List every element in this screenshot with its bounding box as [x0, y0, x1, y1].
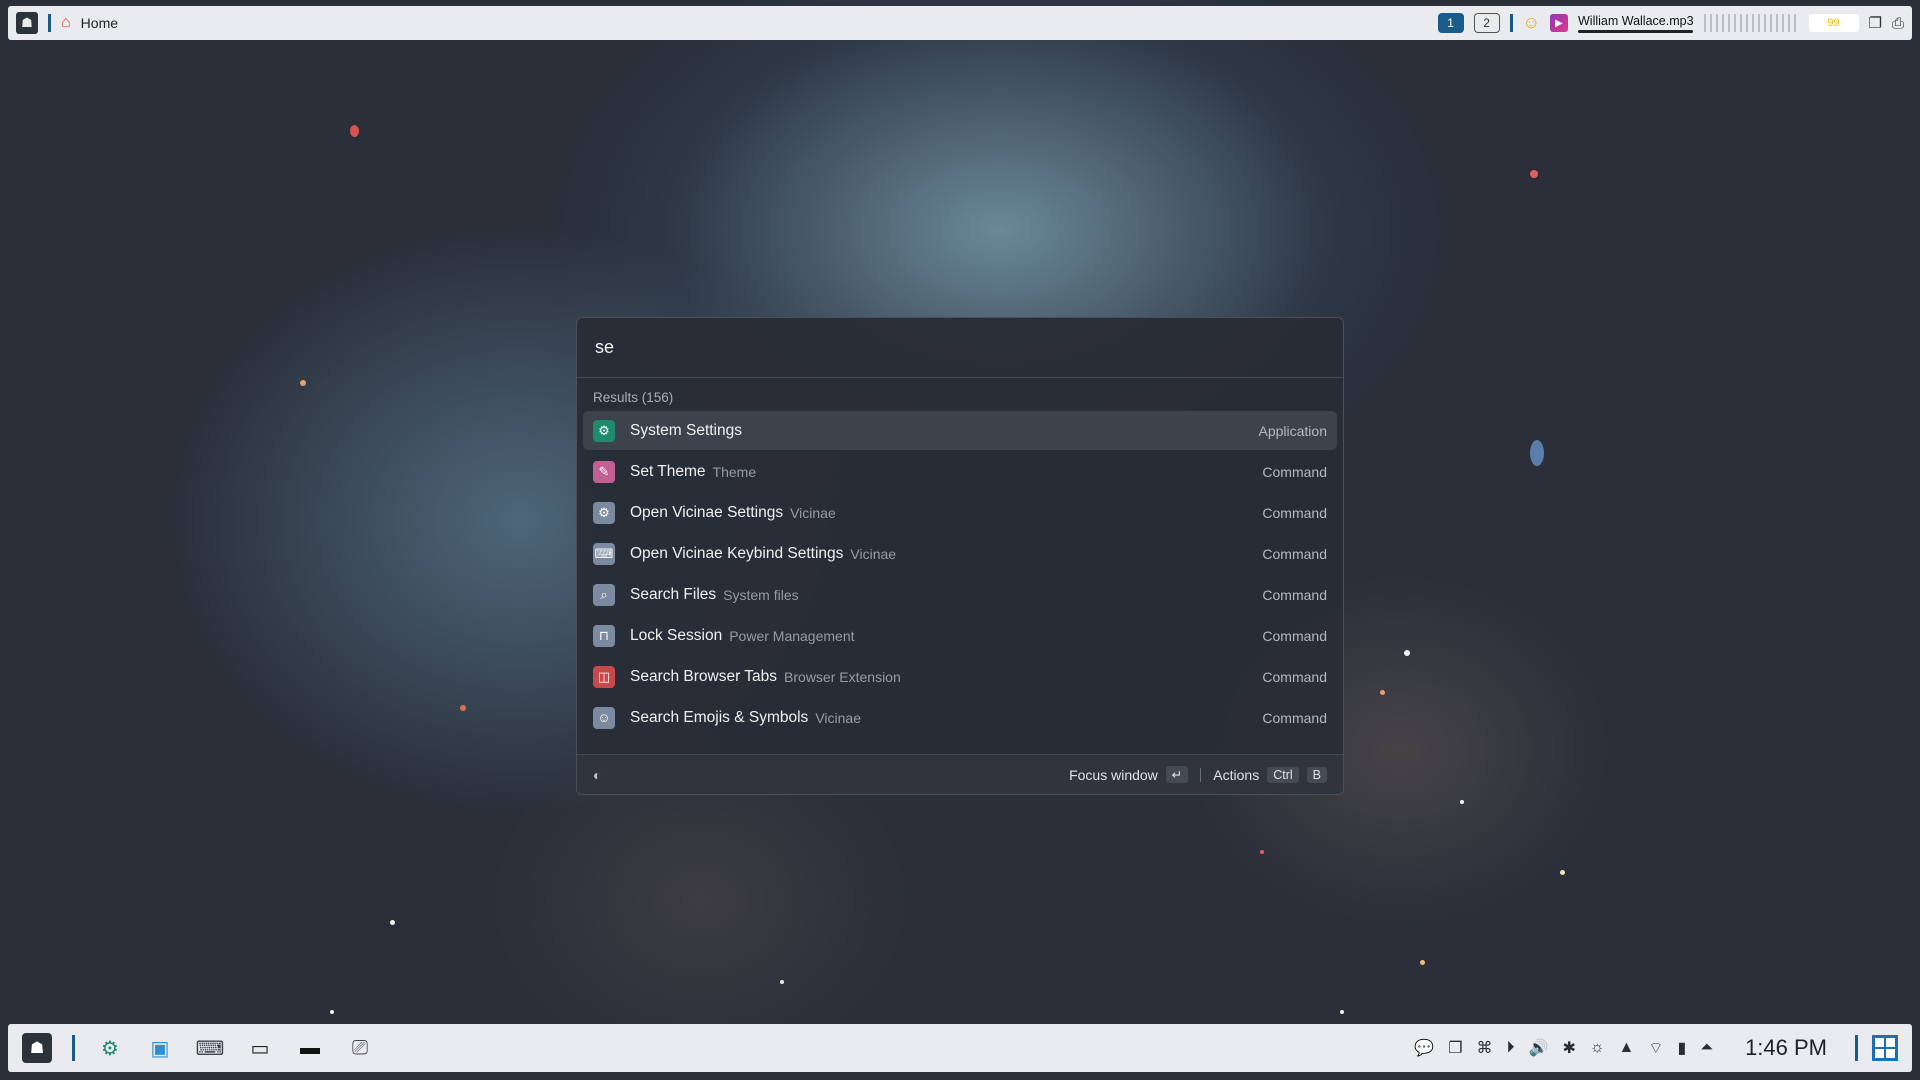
start-menu-icon[interactable]: ☗	[22, 1033, 52, 1063]
result-subtitle: System files	[723, 586, 799, 603]
result-type: Command	[1262, 504, 1327, 521]
media-widget[interactable]: William Wallace.mp3	[1578, 14, 1694, 33]
result-title: Lock Session	[630, 626, 723, 644]
result-type: Application	[1258, 422, 1328, 439]
wifi-icon[interactable]: ⌔	[1648, 1038, 1663, 1058]
result-title: Open Vicinae Settings	[630, 503, 784, 521]
temperature-widget[interactable]: 99	[1808, 14, 1859, 32]
result-type: Command	[1262, 586, 1327, 603]
media-progress-bar[interactable]	[1578, 29, 1693, 33]
taskbar: ☗ ⚙ ▣ ⌨ ▭ ▬ ⎚ 💬 ❐ ⌘ ⏵ 🔊 ✱ ☼ ▲ ⌔ ▮ ⏶ 1:46…	[8, 1024, 1912, 1072]
result-title: Search Emojis & Symbols	[630, 708, 809, 726]
ctrl-key-hint: Ctrl	[1267, 766, 1299, 783]
volume-icon[interactable]: 🔊	[1529, 1038, 1549, 1058]
network-app-icon[interactable]: ⎚	[345, 1033, 375, 1063]
result-item[interactable]: ⊓ Lock Session Power Management Command	[583, 616, 1337, 655]
result-item[interactable]: ⌕ Search Files System files Command	[583, 575, 1337, 614]
result-subtitle: Browser Extension	[784, 668, 901, 685]
home-label[interactable]: Home	[81, 15, 118, 31]
search-input[interactable]	[593, 336, 1327, 359]
file-manager-icon[interactable]: ▣	[145, 1033, 175, 1063]
browser-tabs-icon: ◫	[593, 665, 615, 688]
terminal-icon[interactable]: ▬	[295, 1033, 325, 1063]
result-item[interactable]: ⌨ Open Vicinae Keybind Settings Vicinae …	[583, 534, 1337, 573]
loading-indicator-icon: ◐	[593, 766, 602, 783]
result-title: Search Browser Tabs	[630, 667, 778, 685]
result-type: Command	[1262, 668, 1327, 685]
result-item[interactable]: ⚙ Open Vicinae Settings Vicinae Command	[583, 493, 1337, 532]
result-type: Command	[1262, 545, 1327, 562]
result-title: Set Theme	[630, 462, 706, 480]
search-icon: ⌕	[593, 583, 615, 606]
taskbar-separator	[72, 1035, 75, 1061]
clipboard-tray-icon[interactable]: ❐	[1448, 1038, 1462, 1058]
result-item[interactable]: ☺ Search Emojis & Symbols Vicinae Comman…	[583, 698, 1337, 737]
top-panel: ☗ ⌂ Home 1 2 ☺ ▶ William Wallace.mp3 99 …	[8, 6, 1912, 40]
results-header: Results (156)	[593, 390, 674, 405]
audio-visualizer	[1703, 14, 1799, 32]
settings-app-icon: ⚙	[593, 419, 615, 442]
gear-icon: ⚙	[593, 501, 615, 524]
notifications-icon[interactable]: ▲	[1619, 1039, 1635, 1057]
lock-icon: ⊓	[593, 624, 615, 647]
b-key-hint: B	[1306, 766, 1327, 783]
result-subtitle: Theme	[712, 463, 757, 480]
result-title: System Settings	[630, 421, 742, 439]
results-list: ⚙ System Settings Application ✎ Set Them…	[577, 411, 1343, 771]
enter-key-hint: ↵	[1165, 766, 1189, 783]
footer-separator	[1200, 767, 1202, 782]
keyboard-app-icon[interactable]: ⌨	[195, 1033, 225, 1063]
focus-window-label[interactable]: Focus window	[1069, 767, 1158, 783]
printer-icon[interactable]: ⎙	[1892, 15, 1904, 32]
result-type: Command	[1262, 709, 1327, 726]
result-item[interactable]: ◫ Search Browser Tabs Browser Extension …	[583, 657, 1337, 696]
system-settings-app-icon[interactable]: ⚙	[95, 1033, 125, 1063]
battery-icon[interactable]: ▮	[1677, 1038, 1686, 1058]
brush-icon: ✎	[593, 460, 615, 483]
result-title: Open Vicinae Keybind Settings	[630, 544, 844, 562]
clipboard-icon[interactable]: ❐	[1869, 14, 1882, 32]
result-subtitle: Vicinae	[815, 709, 861, 726]
workspace-1-button[interactable]: 1	[1437, 13, 1464, 33]
result-title: Search Files	[630, 585, 717, 603]
result-subtitle: Power Management	[729, 627, 855, 644]
launcher-footer: ◐ Focus window ↵ Actions Ctrl B	[577, 754, 1343, 794]
actions-label[interactable]: Actions	[1213, 767, 1259, 783]
media-player-icon[interactable]: ▶	[1550, 14, 1568, 32]
workspace-2-button[interactable]: 2	[1473, 13, 1500, 33]
result-type: Command	[1262, 627, 1327, 644]
keyboard-icon: ⌨	[593, 542, 615, 565]
result-subtitle: Vicinae	[850, 545, 897, 562]
tray-expand-icon[interactable]: ⏶	[1700, 1039, 1713, 1057]
result-subtitle: Vicinae	[790, 504, 836, 521]
home-icon[interactable]: ⌂	[61, 14, 71, 32]
result-item[interactable]: ⚙ System Settings Application	[583, 411, 1337, 450]
result-item[interactable]: ✎ Set Theme Theme Command	[583, 452, 1337, 491]
media-title: William Wallace.mp3	[1578, 13, 1694, 28]
brightness-icon[interactable]: ☼	[1590, 1039, 1605, 1057]
emoji-icon: ☺	[593, 706, 615, 729]
media-play-icon[interactable]: ⏵	[1507, 1039, 1515, 1057]
panel-separator	[1509, 14, 1513, 32]
menu-launcher-icon[interactable]: ☗	[16, 12, 38, 34]
show-desktop-grid-icon[interactable]	[1872, 1035, 1898, 1061]
result-type: Command	[1262, 463, 1327, 480]
taskbar-separator	[1855, 1035, 1858, 1061]
chat-icon[interactable]: 💬	[1414, 1038, 1434, 1058]
search-row	[577, 318, 1343, 378]
language-icon[interactable]: ⌘	[1477, 1038, 1493, 1058]
panel-separator	[48, 14, 51, 32]
bluetooth-icon[interactable]: ✱	[1562, 1038, 1575, 1058]
screen-recorder-icon[interactable]: ▭	[245, 1033, 275, 1063]
clock[interactable]: 1:46 PM	[1745, 1035, 1827, 1061]
smiley-icon[interactable]: ☺	[1523, 13, 1540, 33]
launcher-window: Results (156) ⚙ System Settings Applicat…	[576, 317, 1344, 795]
